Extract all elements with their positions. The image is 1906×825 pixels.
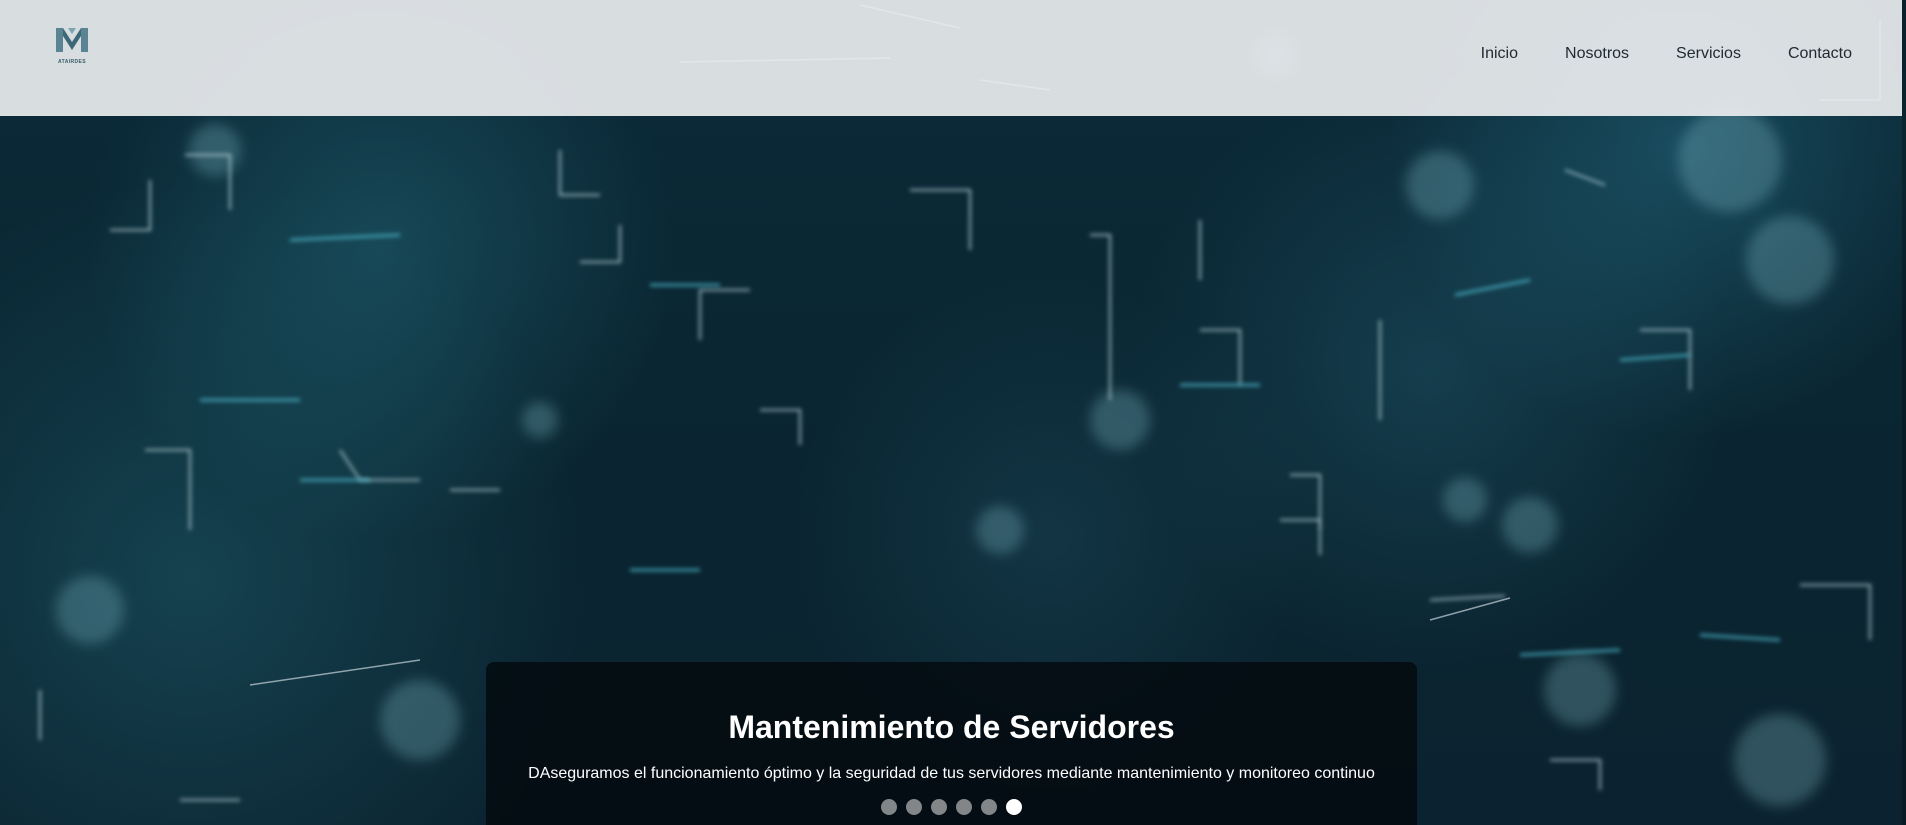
carousel-dot-4[interactable] [956, 799, 972, 815]
brand-logo[interactable]: ATAIRDES [54, 24, 90, 70]
hero-caption: Mantenimiento de Servidores DAseguramos … [486, 662, 1417, 825]
nav-item-inicio[interactable]: Inicio [1481, 44, 1518, 64]
page-scrollbar[interactable] [1902, 0, 1906, 825]
carousel-dot-6[interactable] [1006, 799, 1022, 815]
carousel-indicators [486, 799, 1417, 815]
carousel-dot-1[interactable] [881, 799, 897, 815]
brand-logo-mark [56, 28, 88, 52]
nav-item-servicios[interactable]: Servicios [1676, 44, 1741, 64]
site-header: ATAIRDES Inicio Nosotros Servicios Conta… [0, 0, 1902, 116]
brand-logo-text: ATAIRDES [57, 59, 86, 65]
nav-item-nosotros[interactable]: Nosotros [1565, 44, 1629, 64]
hero-description: DAseguramos el funcionamiento óptimo y l… [528, 765, 1375, 782]
nav-item-contacto[interactable]: Contacto [1788, 44, 1852, 64]
carousel-dot-3[interactable] [931, 799, 947, 815]
main-nav: Inicio Nosotros Servicios Contacto [1481, 44, 1852, 64]
carousel-dot-2[interactable] [906, 799, 922, 815]
page: ATAIRDES Inicio Nosotros Servicios Conta… [0, 0, 1906, 825]
carousel-dot-5[interactable] [981, 799, 997, 815]
hero-title: Mantenimiento de Servidores [728, 709, 1175, 745]
